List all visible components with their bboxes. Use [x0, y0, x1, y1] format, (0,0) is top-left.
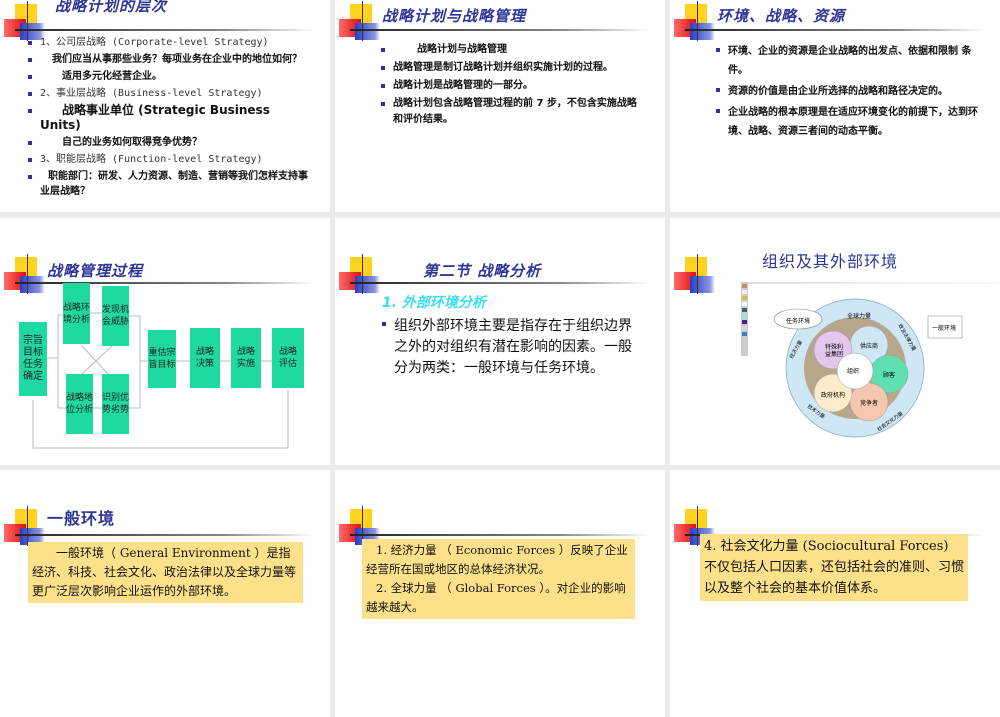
- slide-thumbnail-8[interactable]: 1. 经济力量 （ Economic Forces ）反映了企业经营所在国或地区…: [335, 470, 665, 717]
- slide-subtitle: 1. 外部环境分析: [382, 295, 486, 311]
- slide-thumbnail-4[interactable]: 战略管理过程 宗旨目标任务确定 战略环境分析 发现机会威胁 战略地位分析 识别优…: [0, 218, 330, 465]
- slide-title: 一般环境: [47, 509, 116, 528]
- slide-thumbnail-3[interactable]: 环境、战略、资源 环境、企业的资源是企业战略的出发点、依据和限制 条件。 资源的…: [670, 0, 1000, 212]
- highlight-text-box: 1. 经济力量 （ Economic Forces ）反映了企业经营所在国或地区…: [362, 539, 635, 619]
- slide-title: 战略计划与战略管理: [382, 7, 527, 25]
- task-environment-label: 任务环境: [786, 318, 811, 325]
- slide-decoration: [335, 218, 665, 298]
- petal-label: 政府机构: [821, 392, 846, 399]
- flow-box-strategy-decision: 战略决策: [190, 328, 220, 388]
- flow-box-position-analysis: 战略地位分析: [66, 374, 93, 434]
- slide-thumbnail-2[interactable]: 战略计划与战略管理 战略计划与战略管理 战略管理是制订战略计划并组织实施计划的过…: [335, 0, 665, 212]
- slide-thumbnail-5[interactable]: 第二节 战略分析 1. 外部环境分析 组织外部环境主要是指存在于组织边界之外的对…: [335, 218, 665, 465]
- bullet-list: 组织外部环境主要是指存在于组织边界之外的对组织有潜在影响的因素。一般分为两类：一…: [382, 316, 644, 381]
- petal-label: 供应商: [860, 343, 879, 350]
- petal-label: 顾客: [883, 372, 896, 379]
- flow-box-strategy-implementation: 战略实施: [231, 328, 261, 388]
- slide-thumbnail-9[interactable]: 4. 社会文化力量 (Sociocultural Forces) 不仅包括人口因…: [670, 470, 1000, 717]
- environment-diagram: [773, 298, 963, 438]
- bullet-list: 战略计划与战略管理 战略管理是制订战略计划并组织实施计划的过程。 战略计划是战略…: [381, 42, 646, 130]
- highlight-text-box: 4. 社会文化力量 (Sociocultural Forces) 不仅包括人口因…: [700, 534, 968, 601]
- petal-label: 特殊利益集团: [824, 344, 843, 358]
- general-environment-label: 一般环境: [932, 325, 957, 332]
- slide-title: 第二节 战略分析: [423, 262, 542, 280]
- flow-box-strategy-evaluation: 战略评估: [272, 328, 304, 388]
- bullet-list: 1、公司层战略 (Corporate-level Strategy) 我们应当从…: [28, 35, 308, 201]
- slide-thumbnail-6[interactable]: 组织及其外部环境 组织 供应商 顾客 竞争者 政府机构 特殊利益集团 任务环境 …: [670, 218, 1000, 465]
- bullet-list: 环境、企业的资源是企业战略的出发点、依据和限制 条件。 资源的价值是由企业所选择…: [716, 42, 986, 143]
- slide-title: 战略计划的层次: [55, 0, 168, 15]
- slide-thumbnail-7[interactable]: 一般环境 一般环境（ General Environment ）是指经济、科技、…: [0, 470, 330, 717]
- flow-box-strengths-weaknesses: 识别优势劣势: [102, 374, 129, 434]
- petal-label: 竞争者: [860, 400, 879, 407]
- center-label: 组织: [847, 368, 860, 375]
- flow-box-reassess-mission: 重估宗旨目标: [148, 330, 176, 388]
- flow-box-opportunities-threats: 发现机会威胁: [102, 286, 129, 346]
- highlight-text-box: 一般环境（ General Environment ）是指经济、科技、社会文化、…: [28, 542, 303, 603]
- slide-title: 环境、战略、资源: [717, 7, 846, 25]
- flow-box-mission: 宗旨目标任务确定: [19, 322, 47, 396]
- slide-decoration: [335, 470, 665, 550]
- ring-label: 全球力量: [847, 313, 872, 320]
- slide-thumbnail-1[interactable]: 战略计划的层次 1、公司层战略 (Corporate-level Strateg…: [0, 0, 330, 212]
- flow-box-environment-analysis: 战略环境分析: [63, 283, 90, 344]
